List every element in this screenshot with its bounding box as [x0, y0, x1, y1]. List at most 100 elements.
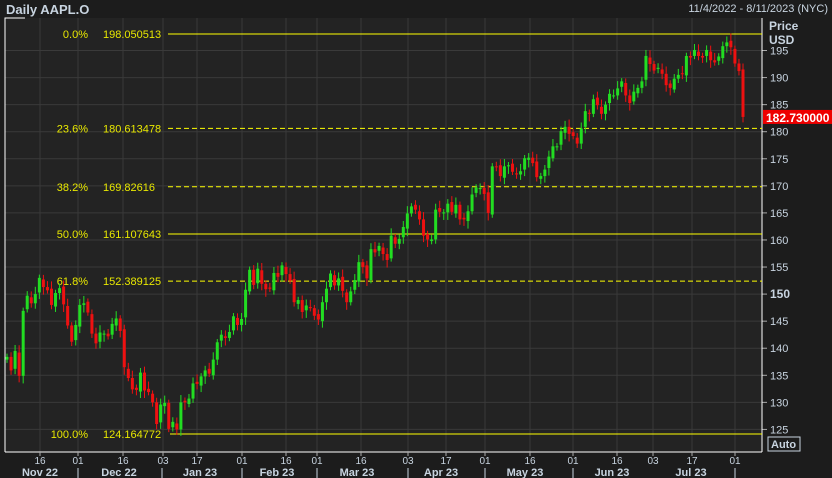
- candle-body: [17, 352, 21, 376]
- candle-body: [49, 288, 53, 305]
- candle-body: [312, 308, 316, 316]
- x-tick-label: 17: [191, 456, 203, 467]
- candle-body: [713, 60, 717, 63]
- candle-body: [567, 126, 571, 134]
- candle-body: [668, 83, 672, 88]
- candle-body: [636, 87, 640, 94]
- candle: [167, 399, 171, 433]
- candle-body: [393, 237, 397, 244]
- x-tick-label: 03: [157, 456, 169, 467]
- candle-body: [142, 372, 146, 391]
- candle-body: [320, 302, 324, 322]
- y-tick-label: 180: [770, 127, 788, 139]
- chart-window: Daily AAPL.O 11/4/2022 - 8/11/2023 (NYC)…: [0, 0, 832, 478]
- fib-value: 180.613478: [103, 123, 161, 135]
- auto-scale-label[interactable]: Auto: [771, 439, 796, 451]
- x-tick-label: 16: [117, 456, 129, 467]
- candle-body: [25, 295, 29, 310]
- candle-body: [78, 304, 82, 327]
- candle: [369, 243, 373, 284]
- month-label: Nov 22: [22, 467, 58, 478]
- candle-body: [268, 287, 272, 289]
- x-tick-label: 16: [34, 456, 46, 467]
- candle-body: [236, 317, 240, 325]
- candle-body: [531, 157, 535, 164]
- candle-body: [652, 64, 656, 71]
- candle-body: [680, 73, 684, 75]
- candle-body: [74, 324, 78, 341]
- candle-body: [608, 93, 612, 104]
- candle-body: [462, 217, 466, 220]
- candle-body: [599, 106, 603, 114]
- candle-body: [543, 169, 547, 177]
- candle-body: [656, 67, 660, 69]
- candle-body: [300, 300, 304, 312]
- fib-percent: 50.0%: [57, 229, 88, 241]
- candle-body: [41, 279, 45, 288]
- candle-body: [555, 146, 559, 148]
- candlestick-chart[interactable]: 1251301351401451501551601651701751801851…: [0, 0, 832, 478]
- fib-value: 152.389125: [103, 276, 161, 288]
- candle-body: [413, 204, 417, 210]
- candle-body: [490, 166, 494, 215]
- candle-body: [187, 398, 191, 404]
- candle-body: [612, 95, 616, 97]
- x-tick-label: 03: [402, 456, 414, 467]
- y-tick-label: 170: [770, 181, 788, 193]
- candle-body: [373, 249, 377, 253]
- candle-body: [45, 287, 49, 291]
- candle-body: [502, 166, 506, 178]
- candle: [490, 163, 494, 218]
- candle-body: [179, 402, 183, 430]
- y-tick-label: 160: [770, 235, 788, 247]
- candle-body: [58, 288, 62, 294]
- x-tick-label: 16: [524, 456, 536, 467]
- candle-body: [470, 194, 474, 212]
- candle-body: [276, 272, 280, 277]
- candle-body: [422, 219, 426, 236]
- candle-body: [438, 208, 442, 212]
- candle-body: [167, 402, 171, 429]
- candle-body: [82, 303, 86, 305]
- candle-body: [183, 400, 187, 403]
- y-tick-label: 165: [770, 208, 788, 220]
- candle-body: [579, 128, 583, 144]
- y-tick-label: 135: [770, 370, 788, 382]
- candle-body: [324, 288, 328, 303]
- candle-body: [692, 49, 696, 56]
- candle-body: [175, 423, 179, 430]
- candle-body: [369, 249, 373, 281]
- candle-body: [575, 137, 579, 144]
- candle-body: [705, 49, 709, 56]
- candle-body: [203, 370, 207, 377]
- x-tick-label: 16: [611, 456, 623, 467]
- fib-percent: 61.8%: [57, 276, 88, 288]
- candle-body: [591, 99, 595, 114]
- x-tick-label: 01: [479, 456, 491, 467]
- candle-body: [442, 212, 446, 214]
- candle-body: [54, 293, 58, 307]
- candle-body: [357, 262, 361, 282]
- candle-body: [316, 314, 320, 320]
- fib-value: 124.164772: [103, 429, 161, 441]
- candle-body: [114, 318, 118, 326]
- candle-body: [563, 126, 567, 133]
- candle-body: [70, 325, 74, 342]
- candle-body: [94, 333, 98, 344]
- candle-body: [381, 247, 385, 255]
- candle-body: [5, 356, 9, 360]
- candle: [741, 63, 745, 123]
- month-label: Apr 23: [424, 467, 458, 478]
- candle-body: [207, 368, 211, 374]
- candle-body: [624, 82, 628, 96]
- candle-body: [604, 104, 608, 114]
- candle-body: [498, 165, 502, 177]
- price-axis-label: Price: [769, 19, 799, 33]
- candle-body: [506, 165, 510, 167]
- candle-body: [478, 188, 482, 190]
- candle-body: [430, 239, 434, 242]
- candle-body: [672, 78, 676, 90]
- candle-body: [231, 316, 235, 331]
- y-tick-label: 190: [770, 73, 788, 85]
- y-tick-label: 130: [770, 397, 788, 409]
